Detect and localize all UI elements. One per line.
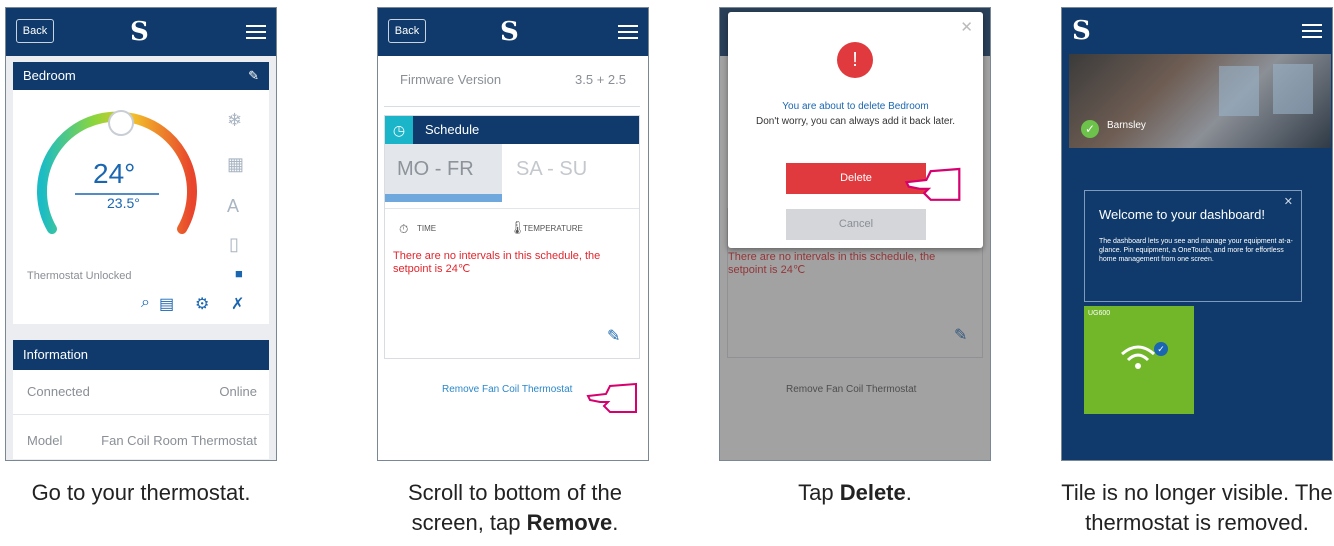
phone-screen-delete-dialog: There are no intervals in this schedule,… [719,7,991,461]
connected-check-icon: ✓ [1154,342,1168,356]
calendar-icon[interactable]: ▦ [227,154,244,175]
menu-icon[interactable] [1302,24,1322,38]
back-button[interactable]: Back [388,19,426,43]
current-temperature: 23.5° [107,195,140,211]
firmware-value: 3.5 + 2.5 [575,72,626,87]
app-logo: S [500,17,519,47]
information-title: Information [23,347,89,362]
schedule-divider [385,208,639,209]
caption-line: Tap [798,480,840,505]
lock-status: Thermostat Unlocked [27,270,132,282]
back-button[interactable]: Back [16,19,54,43]
gear-icon[interactable]: ⚙ [195,294,209,314]
location-photo[interactable]: ✓ Barnsley [1069,54,1331,148]
dial-handle [108,110,134,136]
schedule-card: ◷ Schedule MO - FR SA - SU ⏱ TIME 🌡︎ TEM… [384,115,640,359]
check-icon: ✓ [1081,120,1099,138]
caption-bold: Remove [526,510,613,535]
step4-caption: Tile is no longer visible. The thermosta… [1047,478,1334,538]
tab-weekend[interactable]: SA - SU [502,144,639,202]
schedule-warning: There are no intervals in this schedule,… [393,250,601,275]
welcome-body: The dashboard lets you see and manage yo… [1099,238,1293,263]
auto-mode-icon[interactable]: A [227,196,239,217]
app-logo: S [130,17,149,47]
step2-caption: Scroll to bottom of the screen, tap Remo… [365,478,665,538]
caption-line: screen, tap [411,510,527,535]
column-time: TIME [417,224,437,233]
pointing-hand-icon [586,382,637,413]
dialog-title: You are about to delete Bedroom [782,101,929,112]
phone-screen-schedule: Back S Firmware Version 3.5 + 2.5 ◷ Sche… [377,7,649,461]
door-icon[interactable]: ▯ [229,234,239,255]
clock-icon: ◷ [385,116,413,144]
top-bar: Back S [378,8,648,56]
lock-icon[interactable]: ■ [235,266,243,281]
thermostat-card: Bedroom ✎ 24° 23.5° ❄ ▦ A ▯ Thermostat U… [13,62,269,324]
welcome-title: Welcome to your dashboard! [1099,207,1265,222]
column-temperature: TEMPERATURE [523,224,583,233]
device-tile[interactable]: UG600 ✓ [1084,306,1194,414]
schedule-title: Schedule [425,122,480,137]
step3-caption: Tap Delete. [705,478,1005,508]
building-window [1273,64,1313,114]
caption-bold: Delete [839,480,906,505]
tab-weekend-label: SA - SU [516,158,588,180]
dialog-message: Don't worry, you can always add it back … [755,116,956,127]
pin-icon[interactable]: ✗ [231,294,244,314]
info-row-label: Model [27,433,63,448]
welcome-panel: ✕ Welcome to your dashboard! The dashboa… [1084,190,1302,302]
info-row: Connected Online [13,370,269,415]
info-row-value: Fan Coil Room Thermostat [101,433,257,448]
menu-icon[interactable] [246,25,266,39]
caption-line: Tile is no longer visible. The [1061,480,1333,505]
info-row-value: Online [219,384,257,399]
room-title: Bedroom ✎ [13,62,269,90]
timer-icon: ⏱ [399,222,409,236]
edit-icon[interactable]: ✎ [248,62,259,90]
phone-screen-dashboard: S ✓ Barnsley ✕ Welcome to your dashboard… [1061,7,1333,461]
room-title-label: Bedroom [23,68,76,83]
caption-line: thermostat is removed. [1085,510,1309,535]
step1-caption: Go to your thermostat. [31,480,251,505]
caption-line: Scroll to bottom of the [408,480,622,505]
tile-label: UG600 [1088,310,1111,317]
close-icon[interactable]: ✕ [1284,195,1293,208]
remove-thermostat-link[interactable]: Remove Fan Coil Thermostat [442,384,572,395]
snowflake-icon[interactable]: ❄ [227,110,242,131]
information-header: Information [13,340,269,370]
edit-pencil-icon[interactable]: ✎ [607,326,620,346]
info-row-label: Connected [27,384,90,399]
location-name: Barnsley [1107,120,1146,131]
tab-weekdays-label: MO - FR [397,158,474,180]
top-bar: Back S [6,8,276,56]
phone-screen-thermostat: Back S Bedroom ✎ 24° 23.5° ❄ ▦ A ▯ Therm… [5,7,277,461]
firmware-label: Firmware Version [400,72,502,87]
tab-weekdays[interactable]: MO - FR [385,144,502,202]
film-icon[interactable]: ▤ [159,294,174,314]
caption-suffix: . [905,480,912,505]
set-temperature: 24° [93,158,136,189]
building-window [1219,66,1259,116]
cancel-button[interactable]: Cancel [786,209,926,240]
pointing-hand-icon [904,167,961,201]
delete-dialog: ✕ ! You are about to delete Bedroom Don'… [728,12,983,248]
schedule-header: ◷ Schedule [385,116,639,144]
close-icon[interactable]: ✕ [960,18,973,36]
caption-suffix: . [612,510,619,535]
alert-icon: ! [837,42,873,78]
menu-icon[interactable] [618,25,638,39]
info-row: Model Fan Coil Room Thermostat [13,415,269,459]
app-logo: S [1072,16,1091,46]
firmware-row: Firmware Version 3.5 + 2.5 [384,56,640,107]
search-icon[interactable]: ⌕ [141,294,150,312]
wifi-icon [1121,345,1155,369]
